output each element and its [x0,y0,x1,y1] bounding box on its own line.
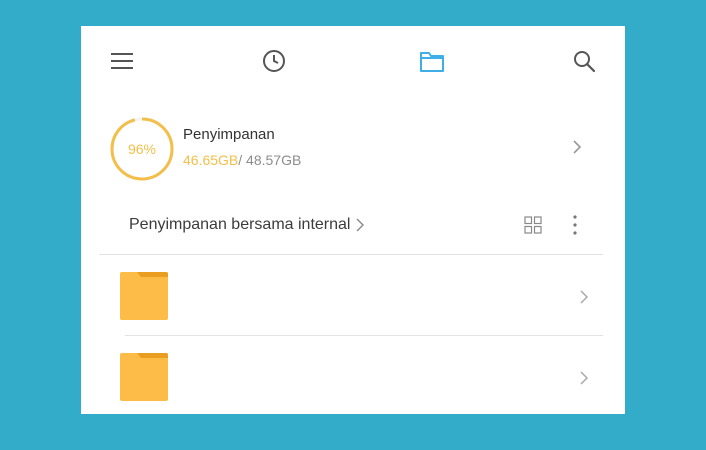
file-manager-window: 96% Penyimpanan 46.65GB/ 48.57GB Penyimp… [81,26,625,414]
storage-usage-text: 46.65GB/ 48.57GB [183,152,301,168]
chevron-right-icon [580,371,589,385]
folder-icon [120,353,168,401]
top-toolbar [81,26,625,96]
grid-view-icon[interactable] [524,216,542,234]
list-item-folder[interactable] [81,337,625,414]
storage-title: Penyimpanan [183,126,275,143]
search-button[interactable] [569,46,599,76]
storage-card[interactable]: 96% Penyimpanan 46.65GB/ 48.57GB [81,108,625,188]
breadcrumb-item-internal-storage[interactable]: Penyimpanan bersama internal [129,216,365,234]
search-icon [574,51,596,73]
storage-percent-label: 96% [127,141,157,157]
divider [125,335,603,336]
storage-used-value: 46.65GB [183,152,239,168]
divider [99,254,603,255]
breadcrumb-label: Penyimpanan bersama internal [129,216,351,233]
list-item-folder[interactable] [81,256,625,336]
path-breadcrumb: Penyimpanan bersama internal [81,206,625,246]
chevron-right-icon [580,290,589,304]
recent-button[interactable] [259,46,289,76]
menu-icon [111,53,133,69]
recent-clock-icon [263,50,285,72]
chevron-right-icon [356,218,365,232]
folder-icon [120,272,168,320]
files-tab-button[interactable] [417,46,447,76]
more-options-icon[interactable] [567,214,583,236]
chevron-right-icon [573,140,582,154]
storage-total-value: / 48.57GB [238,152,302,168]
folder-icon [420,52,444,72]
menu-button[interactable] [107,46,137,76]
